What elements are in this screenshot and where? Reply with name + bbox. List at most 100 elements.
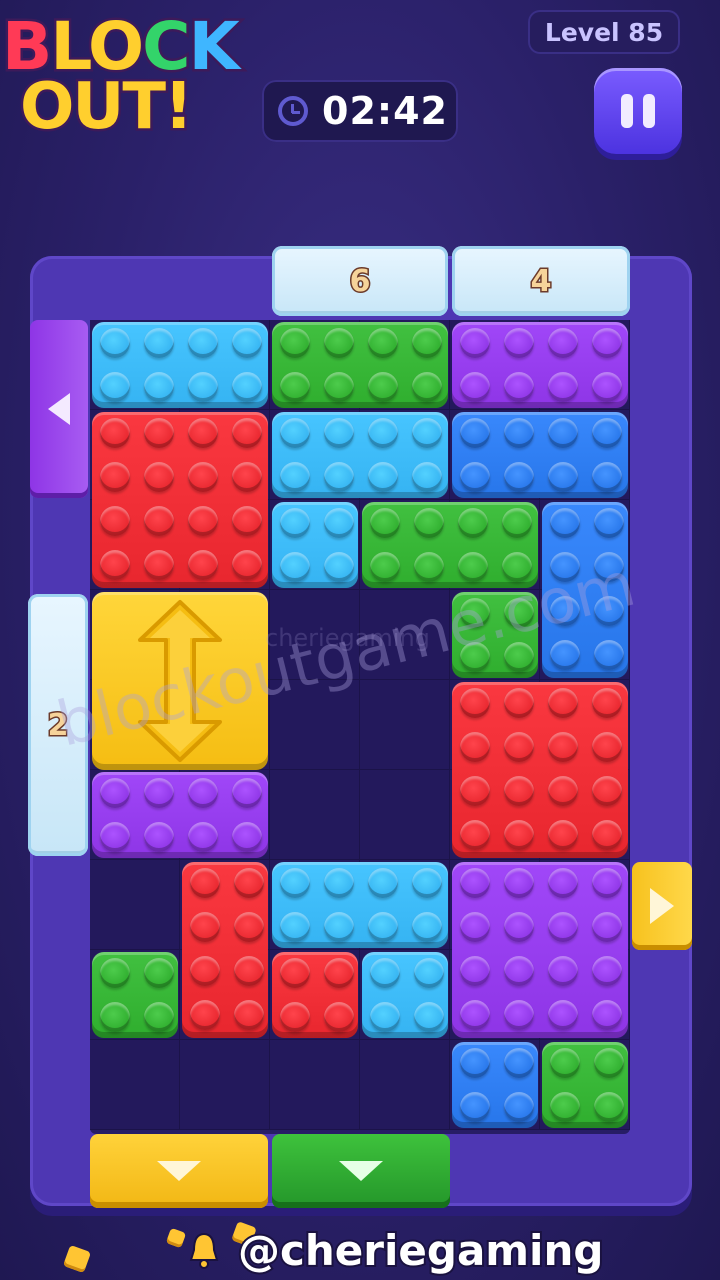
stud [502, 552, 532, 582]
green-l-block-part[interactable] [362, 502, 538, 588]
pause-button[interactable] [594, 68, 682, 154]
stud [504, 820, 534, 850]
yellow-exit-gate-bottom[interactable] [90, 1134, 268, 1208]
stud [592, 956, 622, 986]
stud [280, 418, 310, 448]
red-block-right[interactable] [452, 682, 628, 858]
stud [460, 642, 490, 672]
blue-l-block-part[interactable] [542, 502, 628, 678]
stud [234, 1000, 264, 1030]
stud [280, 958, 310, 988]
green-l-block-part[interactable] [452, 592, 538, 678]
stud [592, 912, 622, 942]
grid-cell [270, 1040, 360, 1130]
stud [232, 550, 262, 580]
green-block-top[interactable] [272, 322, 448, 408]
blue-l-block-part[interactable] [452, 412, 628, 498]
red-l-block-bottom-part[interactable] [182, 862, 268, 1038]
stud [190, 1000, 220, 1030]
stud [368, 462, 398, 492]
ice-counter-2: 2 [28, 594, 88, 856]
stud [144, 822, 174, 852]
purple-block-left[interactable] [92, 772, 268, 858]
stud [458, 508, 488, 538]
game-logo: BLOCK OUT! [0, 0, 265, 160]
blue-block-small[interactable] [452, 1042, 538, 1128]
stud [368, 868, 398, 898]
stud [550, 552, 580, 582]
stud [232, 778, 262, 808]
lightblue-l-block-bottom-part[interactable] [362, 952, 448, 1038]
stud [594, 508, 624, 538]
stud [504, 1092, 534, 1122]
stud [414, 1002, 444, 1032]
stud [548, 418, 578, 448]
stud [234, 956, 264, 986]
arrow-down-icon [339, 1161, 383, 1181]
stud [370, 508, 400, 538]
timer: 02:42 [262, 80, 458, 142]
decorative-cube [62, 1244, 92, 1274]
stud [144, 1002, 174, 1032]
stud [100, 418, 130, 448]
stud [280, 462, 310, 492]
stud [100, 550, 130, 580]
stud [460, 732, 490, 762]
stud [460, 820, 490, 850]
lightblue-l-block-bottom-part[interactable] [272, 862, 448, 948]
stud [550, 596, 580, 626]
green-block-small-right[interactable] [542, 1042, 628, 1128]
lightblue-l-block-part[interactable] [272, 502, 358, 588]
stud [592, 732, 622, 762]
red-block-large[interactable] [92, 412, 268, 588]
stud [460, 1048, 490, 1078]
stud [504, 372, 534, 402]
stud [504, 642, 534, 672]
stud [370, 1002, 400, 1032]
green-block-small[interactable] [92, 952, 178, 1038]
stud [504, 418, 534, 448]
purple-block-right[interactable] [452, 862, 628, 1038]
stud [548, 688, 578, 718]
stud [280, 372, 310, 402]
lightblue-block-top[interactable] [92, 322, 268, 408]
stud [412, 912, 442, 942]
stud [280, 868, 310, 898]
bell-icon [189, 1232, 219, 1269]
stud [368, 418, 398, 448]
vertical-arrow-icon [138, 600, 222, 762]
arrow-right-icon [650, 888, 674, 924]
stud [550, 1048, 580, 1078]
stud [100, 822, 130, 852]
footer-credit: @cheriegaming [0, 1221, 720, 1280]
stud [550, 640, 580, 670]
stud [100, 462, 130, 492]
stud [504, 776, 534, 806]
stud [504, 732, 534, 762]
stud [144, 418, 174, 448]
yellow-arrow-block[interactable] [92, 592, 268, 770]
grid-cell [270, 680, 360, 770]
grid-cell [360, 770, 450, 860]
purple-block-top[interactable] [452, 322, 628, 408]
stud [594, 596, 624, 626]
purple-exit-gate-left[interactable] [30, 320, 88, 498]
red-l-block-bottom-part[interactable] [272, 952, 358, 1038]
stud [232, 418, 262, 448]
green-exit-gate-bottom[interactable] [272, 1134, 450, 1208]
lightblue-l-block-part[interactable] [272, 412, 448, 498]
stud [592, 688, 622, 718]
stud [592, 868, 622, 898]
stud [592, 372, 622, 402]
stud [548, 912, 578, 942]
stud [144, 328, 174, 358]
pause-icon-bar-left [621, 94, 633, 128]
stud [234, 868, 264, 898]
stud [594, 1048, 624, 1078]
stud [460, 462, 490, 492]
yellow-exit-gate-right[interactable] [632, 862, 692, 950]
stud [188, 372, 218, 402]
stud [548, 732, 578, 762]
stud [548, 462, 578, 492]
stud [144, 958, 174, 988]
